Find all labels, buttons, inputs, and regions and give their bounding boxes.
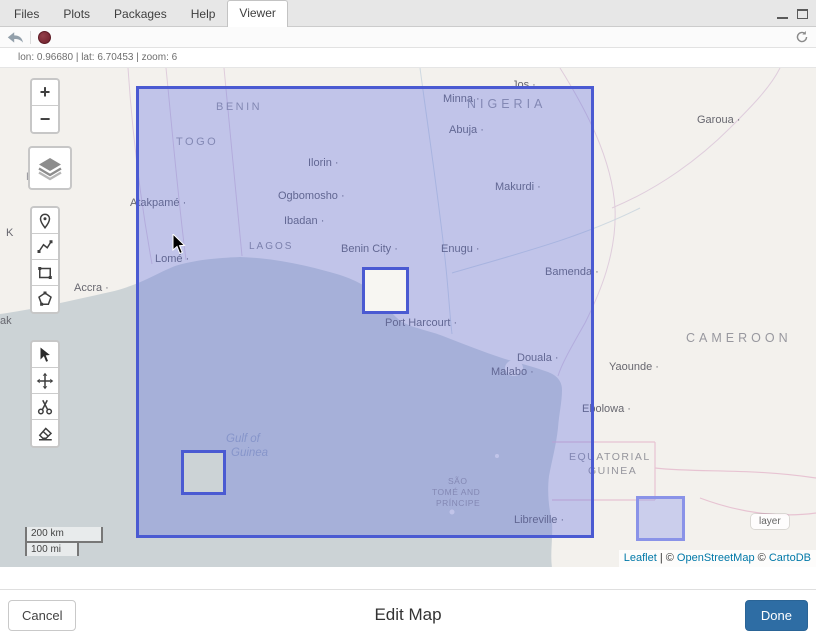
drawn-rectangle-coast[interactable]	[181, 450, 226, 495]
viewer-stop-icon[interactable]	[38, 31, 51, 44]
coordinates-readout: lon: 0.96680 | lat: 6.70453 | zoom: 6	[18, 52, 177, 63]
drawn-rectangle-southeast[interactable]	[636, 496, 685, 541]
draw-polygon-icon	[36, 290, 54, 308]
zoom-in-button[interactable]: +	[32, 80, 58, 106]
drawn-rectangle-warri[interactable]	[362, 267, 409, 314]
tab-viewer[interactable]: Viewer	[227, 0, 287, 27]
scale-mi: 100 mi	[25, 541, 79, 557]
tab-help[interactable]: Help	[179, 1, 228, 26]
draw-marker-button[interactable]	[32, 208, 58, 234]
footer-bar: Cancel Edit Map Done	[0, 589, 816, 640]
draw-polyline-button[interactable]	[32, 234, 58, 260]
edit-vertices-button[interactable]	[32, 342, 58, 368]
draw-marker-icon	[36, 212, 54, 230]
map-canvas[interactable]: Jos ·Minna ·NIGERIABENINGaroua ·Abuja ·T…	[0, 67, 816, 567]
status-bar: lon: 0.96680 | lat: 6.70453 | zoom: 6	[0, 48, 816, 67]
scale-control: 200 km 100 mi	[25, 527, 103, 556]
edit-toolbar	[30, 340, 60, 448]
draw-polygon-button[interactable]	[32, 286, 58, 312]
page-title: Edit Map	[0, 605, 816, 625]
maximize-icon[interactable]	[797, 9, 808, 19]
edit-vertices-icon	[36, 346, 54, 364]
copyright-symbol-1: ©	[666, 552, 674, 564]
layers-control[interactable]	[28, 146, 72, 190]
layer-button[interactable]: layer	[751, 514, 789, 529]
leaflet-link[interactable]: Leaflet	[624, 552, 657, 564]
drag-layers-button[interactable]	[32, 368, 58, 394]
remove-layers-icon	[36, 424, 54, 442]
openstreetmap-link[interactable]: OpenStreetMap	[677, 552, 755, 564]
copyright-symbol-2: ©	[758, 552, 766, 564]
zoom-control: + −	[30, 78, 60, 134]
layers-icon	[37, 155, 63, 181]
zoom-out-button[interactable]: −	[32, 106, 58, 132]
viewer-toolbar	[0, 27, 816, 48]
cartodb-link[interactable]: CartoDB	[769, 552, 811, 564]
attribution: Leaflet | © OpenStreetMap © CartoDB	[619, 550, 816, 567]
cut-layers-icon	[36, 398, 54, 416]
draw-polyline-icon	[36, 238, 54, 256]
tab-plots[interactable]: Plots	[51, 1, 102, 26]
cut-layers-button[interactable]	[32, 394, 58, 420]
tab-files[interactable]: Files	[2, 1, 51, 26]
refresh-icon[interactable]	[795, 30, 809, 44]
window-buttons	[777, 9, 808, 19]
done-button[interactable]: Done	[745, 600, 808, 631]
tab-packages[interactable]: Packages	[102, 1, 179, 26]
minimize-icon[interactable]	[777, 10, 788, 19]
remove-layers-button[interactable]	[32, 420, 58, 446]
pane-tab-bar: Files Plots Packages Help Viewer	[0, 0, 816, 27]
drag-layers-icon	[36, 372, 54, 390]
draw-rectangle-icon	[36, 264, 54, 282]
attribution-separator: |	[660, 552, 663, 564]
toolbar-separator	[30, 31, 31, 44]
draw-toolbar	[30, 206, 60, 314]
draw-rectangle-button[interactable]	[32, 260, 58, 286]
viewer-back-icon[interactable]	[7, 30, 23, 44]
